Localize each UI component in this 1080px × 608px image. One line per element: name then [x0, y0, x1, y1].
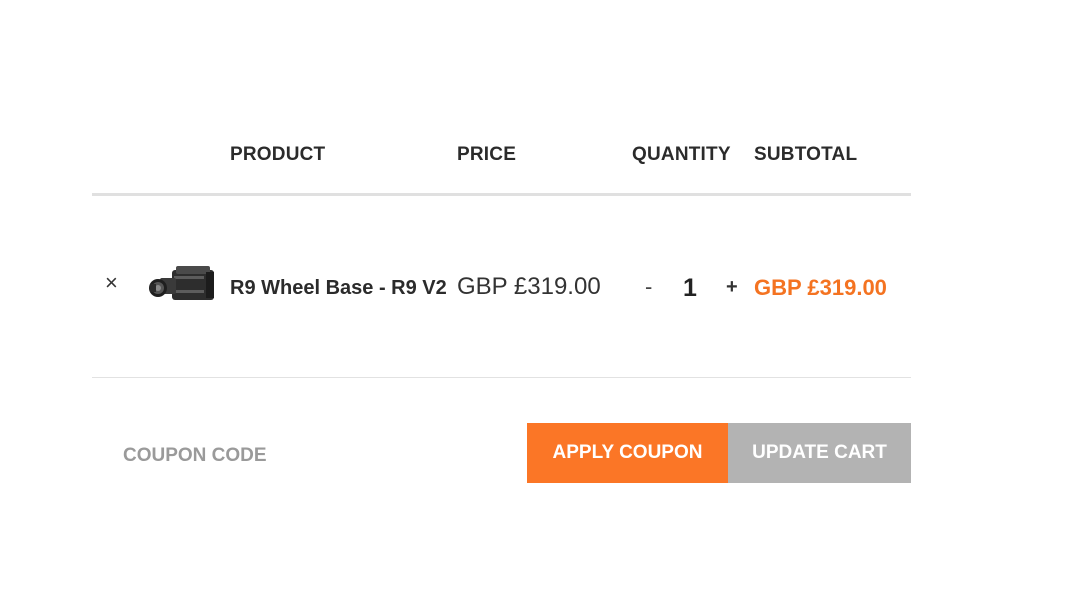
cart-table: PRODUCT PRICE QUANTITY SUBTOTAL × R9 Whe… — [0, 0, 1080, 608]
product-thumbnail[interactable] — [146, 262, 218, 308]
header-divider — [92, 193, 911, 196]
row-divider — [92, 377, 911, 378]
quantity-value[interactable]: 1 — [683, 274, 697, 303]
product-name-link[interactable]: R9 Wheel Base - R9 V2 — [230, 277, 447, 300]
remove-item-icon[interactable]: × — [105, 270, 118, 296]
column-header-product: PRODUCT — [230, 144, 326, 165]
quantity-increase-button[interactable]: + — [726, 276, 738, 299]
product-price: GBP £319.00 — [457, 273, 601, 300]
quantity-decrease-button[interactable]: - — [645, 274, 652, 300]
item-subtotal: GBP £319.00 — [754, 275, 887, 300]
column-header-quantity: QUANTITY — [632, 144, 731, 165]
coupon-code-input[interactable] — [112, 434, 425, 478]
update-cart-button[interactable]: UPDATE CART — [728, 423, 911, 483]
column-header-subtotal: SUBTOTAL — [754, 144, 858, 165]
column-header-price: PRICE — [457, 144, 517, 165]
apply-coupon-button[interactable]: APPLY COUPON — [527, 423, 728, 483]
